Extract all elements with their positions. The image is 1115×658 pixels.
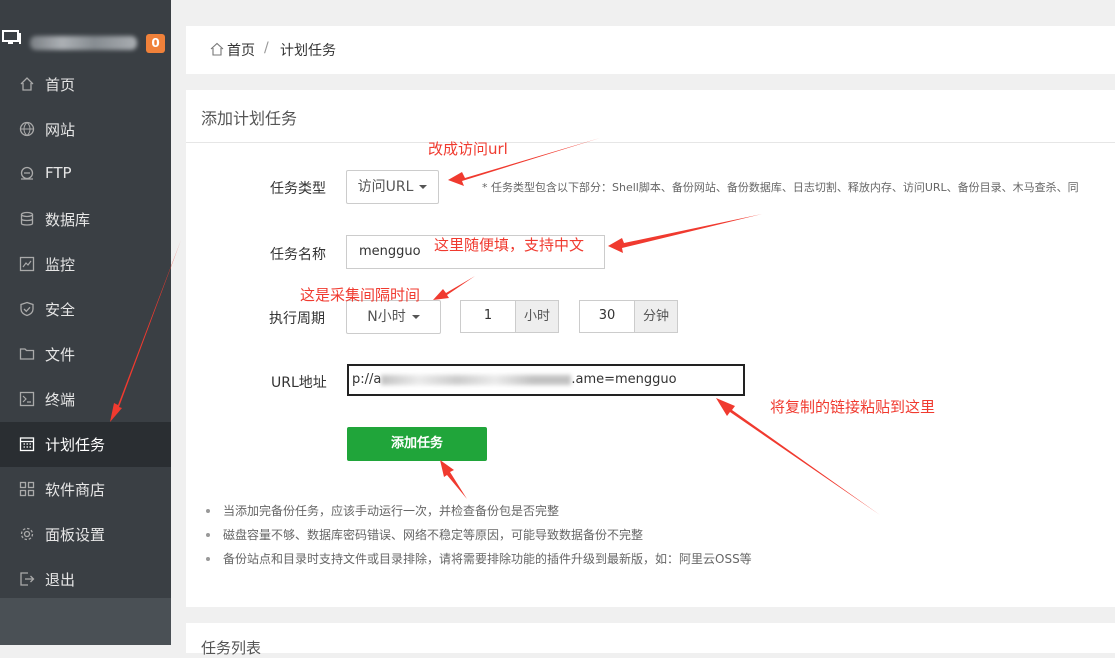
home-icon[interactable] bbox=[210, 42, 224, 56]
annotation-change-to-url: 改成访问url bbox=[428, 140, 508, 158]
sidebar-item-store[interactable]: 软件商店 bbox=[0, 467, 171, 512]
url-prefix: p://a bbox=[352, 372, 382, 387]
url-label: URL地址 bbox=[271, 375, 327, 391]
sidebar-item-label: 软件商店 bbox=[45, 481, 106, 499]
sidebar-item-label: 终端 bbox=[45, 391, 76, 409]
task-name-label: 任务名称 bbox=[270, 247, 326, 263]
terminal-icon bbox=[19, 391, 35, 407]
minutes-unit: 分钟 bbox=[634, 300, 678, 333]
sidebar-item-monitor[interactable]: 监控 bbox=[0, 242, 171, 287]
divider bbox=[186, 142, 1115, 143]
cycle-label: 执行周期 bbox=[269, 311, 325, 327]
sidebar-item-security[interactable]: 安全 bbox=[0, 287, 171, 332]
task-list-panel: 任务列表 bbox=[186, 623, 1115, 657]
home-icon bbox=[20, 77, 34, 91]
list-item: 磁盘容量不够、数据库密码错误、网络不稳定等原因，可能导致数据备份不完整 bbox=[204, 526, 752, 550]
sidebar-footer bbox=[0, 598, 171, 645]
list-item: 当添加完备份任务，应该手动运行一次，并检查备份包是否完整 bbox=[204, 502, 752, 526]
sidebar-item-label: 面板设置 bbox=[45, 526, 106, 544]
sidebar-item-files[interactable]: 文件 bbox=[0, 332, 171, 377]
breadcrumb-separator: / bbox=[264, 40, 269, 56]
sidebar-item-database[interactable]: 数据库 bbox=[0, 197, 171, 242]
monitor-icon bbox=[19, 256, 35, 272]
cycle-value: N小时 bbox=[367, 309, 406, 325]
url-input[interactable]: p://a .ame=mengguo bbox=[347, 364, 745, 396]
breadcrumb-current: 计划任务 bbox=[280, 43, 336, 59]
annotation-paste-link: 将复制的链接粘贴到这里 bbox=[770, 398, 936, 416]
ftp-icon bbox=[20, 166, 34, 180]
hours-unit: 小时 bbox=[515, 300, 559, 333]
shield-icon bbox=[20, 301, 34, 317]
task-type-tip: * 任务类型包含以下部分：Shell脚本、备份网站、备份数据库、日志切割、释放内… bbox=[482, 181, 1079, 194]
breadcrumb-home-link[interactable]: 首页 bbox=[227, 40, 255, 60]
calendar-icon bbox=[19, 437, 35, 452]
hours-input[interactable]: 1 bbox=[460, 300, 516, 333]
sidebar-item-cron[interactable]: 计划任务 bbox=[0, 422, 171, 467]
sidebar-item-ftp[interactable]: FTP bbox=[0, 152, 171, 197]
sidebar-item-label: FTP bbox=[45, 164, 72, 182]
sidebar-item-terminal[interactable]: 终端 bbox=[0, 377, 171, 422]
sidebar-item-label: 退出 bbox=[45, 571, 76, 589]
list-item: 备份站点和目录时支持文件或目录排除，请将需要排除功能的插件升级到最新版，如：阿里… bbox=[204, 550, 752, 574]
sidebar-item-label: 文件 bbox=[45, 346, 76, 364]
breadcrumb: 首页 / 计划任务 bbox=[186, 26, 1115, 74]
folder-icon bbox=[19, 348, 35, 360]
add-task-panel: 添加计划任务 任务类型 访问URL * 任务类型包含以下部分：Shell脚本、备… bbox=[186, 90, 1115, 607]
sidebar-nav: 首页 网站 FTP 数据库 监控 安全 文件 终端 计划任务 软件商店 面板设置… bbox=[0, 62, 171, 602]
sidebar-item-label: 安全 bbox=[45, 301, 76, 319]
help-notes: 当添加完备份任务，应该手动运行一次，并检查备份包是否完整 磁盘容量不够、数据库密… bbox=[204, 502, 752, 574]
apps-icon bbox=[19, 481, 35, 497]
sidebar-item-settings[interactable]: 面板设置 bbox=[0, 512, 171, 557]
sidebar-header: 0 bbox=[0, 9, 171, 62]
cycle-select[interactable]: N小时 bbox=[346, 300, 441, 334]
chevron-down-icon bbox=[419, 185, 428, 189]
sidebar-item-label: 数据库 bbox=[45, 211, 91, 229]
add-task-button[interactable]: 添加任务 bbox=[347, 427, 487, 461]
notification-badge[interactable]: 0 bbox=[146, 34, 165, 53]
task-type-value: 访问URL bbox=[357, 179, 414, 195]
database-icon bbox=[20, 211, 34, 226]
panel-title: 添加计划任务 bbox=[201, 109, 298, 128]
sidebar-item-label: 网站 bbox=[45, 121, 76, 139]
globe-icon bbox=[19, 121, 35, 137]
sidebar-item-label: 计划任务 bbox=[45, 436, 106, 454]
url-redacted bbox=[381, 374, 572, 385]
sidebar-item-label: 首页 bbox=[45, 76, 76, 94]
gear-icon bbox=[20, 527, 34, 541]
task-type-select[interactable]: 访问URL bbox=[346, 170, 439, 204]
chevron-down-icon bbox=[411, 315, 420, 319]
sidebar-item-label: 监控 bbox=[45, 256, 76, 274]
task-type-label: 任务类型 bbox=[270, 181, 326, 197]
task-list-title: 任务列表 bbox=[201, 639, 262, 657]
annotation-interval: 这是采集间隔时间 bbox=[300, 286, 421, 304]
sidebar-item-logout[interactable]: 退出 bbox=[0, 557, 171, 602]
sidebar: 0 首页 网站 FTP 数据库 监控 安全 文件 终端 计划任务 软件商店 面板… bbox=[0, 0, 171, 645]
annotation-name-any: 这里随便填，支持中文 bbox=[434, 236, 585, 254]
monitor-logo-icon bbox=[2, 30, 21, 44]
sidebar-item-home[interactable]: 首页 bbox=[0, 62, 171, 107]
minutes-input[interactable]: 30 bbox=[579, 300, 635, 333]
url-suffix: .ame=mengguo bbox=[571, 372, 677, 387]
sidebar-item-website[interactable]: 网站 bbox=[0, 107, 171, 152]
logout-icon bbox=[20, 572, 35, 586]
server-name-redacted bbox=[30, 36, 137, 50]
